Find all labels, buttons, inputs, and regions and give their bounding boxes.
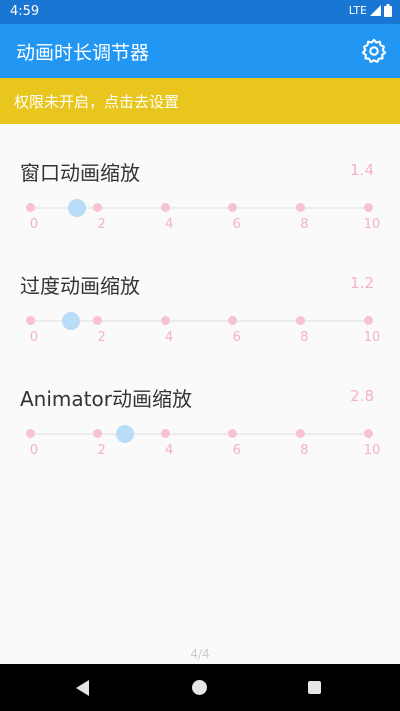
battery-icon [384,4,392,17]
slider-tick [93,316,103,325]
slider-tick-label: 4 [165,330,174,345]
slider-value: 2.8 [350,387,374,405]
slider-tick [228,316,238,325]
slider-tick-label: 10 [363,443,381,458]
slider-value: 1.2 [350,274,374,292]
slider-tick [295,316,305,325]
slider-tick-label: 10 [363,330,381,345]
slider-thumb[interactable] [61,312,80,330]
slider-tick [25,429,35,438]
slider-tick-label: 4 [165,217,174,232]
network-type: LTE [348,4,367,17]
slider-tick [363,203,373,212]
slider-tick-label: 8 [300,330,309,345]
slider-tick-label: 6 [232,443,241,458]
recents-icon[interactable] [308,681,321,694]
slider-title: Animator动画缩放 [20,387,192,411]
slider-tick [25,203,35,212]
slider-tick [295,429,305,438]
slider-track[interactable] [30,433,368,435]
slider-tick [25,316,35,325]
slider-tick-label: 2 [97,443,106,458]
slider-track[interactable] [30,320,368,322]
slider-tick [228,429,238,438]
slider-title: 窗口动画缩放 [20,161,140,185]
slider-tick-label: 6 [232,330,241,345]
slider-tick-label: 2 [97,217,106,232]
slider-tick [228,203,238,212]
slider-value: 1.4 [350,161,374,179]
slider-tick-label: 0 [29,330,39,345]
permission-banner-text: 权限未开启，点击去设置 [14,93,180,111]
slider-tick-label: 6 [232,217,241,232]
slider-tick [160,429,170,438]
page-indicator: 4/4 [190,647,210,661]
slider-tick-label: 0 [29,217,39,232]
signal-icon [370,5,381,16]
slider-tick [93,203,103,212]
slider-tick [93,429,103,438]
app-bar: 动画时长调节器 [0,24,400,78]
slider-tick-label: 10 [363,217,381,232]
slider-tick-label: 8 [300,443,309,458]
app-title: 动画时长调节器 [16,42,150,64]
slider-section-window: 窗口动画缩放 1.4 0 2 4 6 8 10 [0,157,400,267]
slider-thumb[interactable] [115,425,134,443]
settings-button[interactable] [360,37,388,65]
slider-tick-label: 4 [165,443,174,458]
status-icons: LTE [349,4,392,17]
slider-title: 过度动画缩放 [20,274,140,298]
status-time: 4:59 [10,4,40,19]
slider-tick [295,203,305,212]
slider-tick [160,203,170,212]
slider-tick [160,316,170,325]
slider-tick [363,429,373,438]
slider-tick-label: 2 [97,330,106,345]
slider-section-transition: 过度动画缩放 1.2 0 2 4 6 8 10 [0,270,400,380]
slider-thumb[interactable] [68,199,87,217]
back-icon[interactable] [75,679,91,697]
slider-tick-label: 8 [300,217,309,232]
status-bar: 4:59 LTE [0,0,400,24]
gear-icon [361,38,387,64]
permission-banner[interactable]: 权限未开启，点击去设置 [0,78,400,124]
slider-tick-label: 0 [29,443,39,458]
slider-section-animator: Animator动画缩放 2.8 0 2 4 6 8 10 [0,383,400,493]
home-icon[interactable] [192,680,207,695]
navigation-bar [0,664,400,711]
slider-tick [363,316,373,325]
